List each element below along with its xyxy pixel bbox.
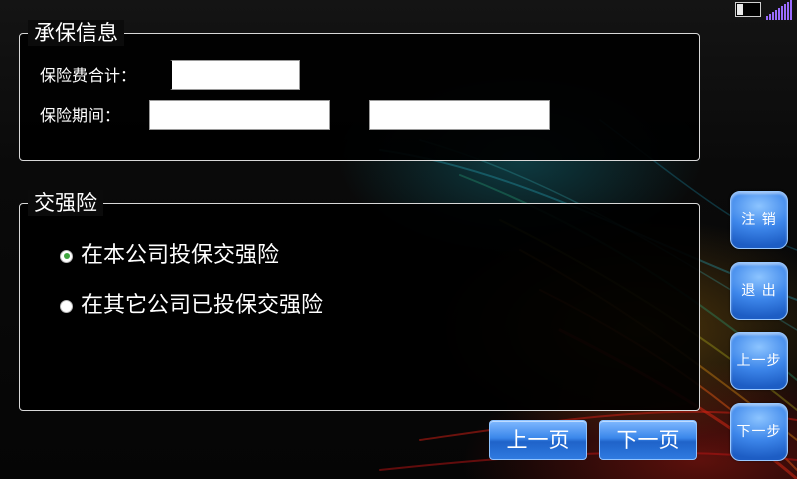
prev-page-button[interactable]: 上一页 — [489, 420, 587, 460]
compulsory-insurance-title: 交强险 — [28, 190, 103, 216]
premium-total-input[interactable] — [170, 60, 300, 90]
option-label: 在其它公司已投保交强险 — [81, 293, 324, 318]
status-bar — [735, 0, 797, 22]
next-page-button[interactable]: 下一页 — [599, 420, 697, 460]
exit-button[interactable]: 退 出 — [730, 262, 788, 320]
period-start-input[interactable] — [149, 100, 330, 130]
compulsory-insurance-group: 交强险 在本公司投保交强险 在其它公司已投保交强险 — [19, 190, 700, 411]
premium-total-label: 保险费合计： — [40, 66, 137, 85]
battery-low-icon — [735, 2, 761, 17]
option-insured-with-other-company[interactable]: 在其它公司已投保交强险 — [60, 292, 323, 320]
underwriting-info-group: 承保信息 保险费合计： 保险期间： — [19, 20, 700, 161]
next-step-button[interactable]: 下一步 — [730, 403, 788, 461]
logout-button[interactable]: 注 销 — [730, 191, 788, 249]
option-label: 在本公司投保交强险 — [81, 243, 280, 268]
insurance-period-label: 保险期间： — [40, 106, 121, 125]
underwriting-info-title: 承保信息 — [28, 20, 124, 46]
prev-step-button[interactable]: 上一步 — [730, 332, 788, 390]
radio-selected-icon[interactable] — [60, 249, 73, 263]
option-insure-with-this-company[interactable]: 在本公司投保交强险 — [60, 242, 279, 270]
period-end-input[interactable] — [369, 100, 550, 130]
radio-unselected-icon[interactable] — [60, 299, 73, 313]
signal-strength-icon — [766, 0, 792, 20]
